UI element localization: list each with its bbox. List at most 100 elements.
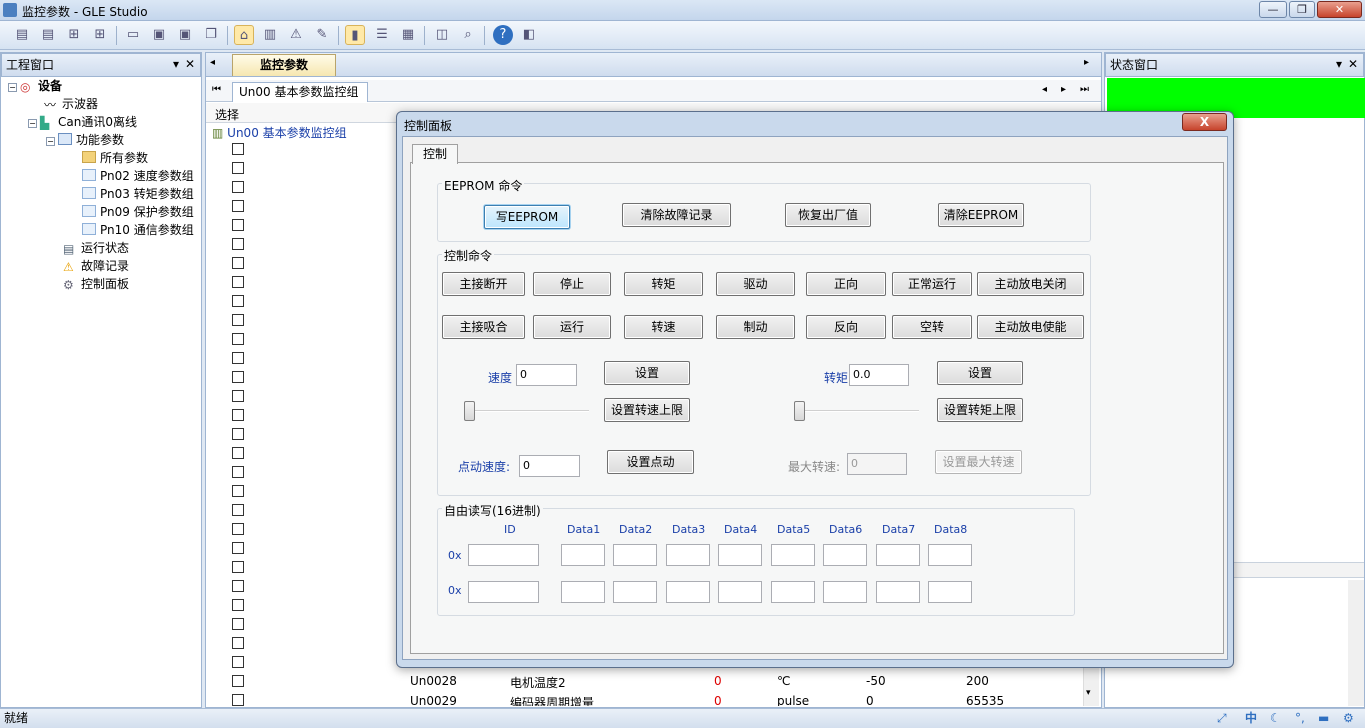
set-speed-limit-button[interactable]: 设置转速上限	[604, 398, 690, 422]
clear-fault-log-button[interactable]: 清除故障记录	[622, 203, 731, 227]
row-checkbox[interactable]	[232, 181, 244, 193]
new-file-icon[interactable]: ▤	[12, 25, 32, 45]
set-torque-limit-button[interactable]: 设置转矩上限	[937, 398, 1023, 422]
clear-eeprom-button[interactable]: 清除EEPROM	[938, 203, 1024, 227]
tab-monitor-params[interactable]: 监控参数	[232, 54, 336, 76]
data8-input-row1[interactable]	[928, 544, 972, 566]
data7-input-row1[interactable]	[876, 544, 920, 566]
main-contactor-on-button[interactable]: 主接吸合	[442, 315, 525, 339]
torque-slider-thumb[interactable]	[794, 401, 805, 421]
forward-button[interactable]: 正向	[806, 272, 886, 296]
copy-icon[interactable]: ❐	[201, 25, 221, 45]
tool-icon[interactable]: ✎	[312, 25, 332, 45]
collapse-icon[interactable]: −	[46, 137, 55, 146]
chevron-down-icon[interactable]: ▾	[173, 53, 179, 75]
tree-item-fault-log[interactable]: ⚠ 故障记录	[63, 257, 129, 275]
set-jog-button[interactable]: 设置点动	[607, 450, 694, 474]
row-checkbox[interactable]	[232, 694, 244, 706]
row-checkbox[interactable]	[232, 219, 244, 231]
data8-input-row2[interactable]	[928, 581, 972, 603]
id-input-row2[interactable]	[468, 581, 539, 603]
factory-reset-button[interactable]: 恢复出厂值	[785, 203, 871, 227]
window-icon[interactable]: ▭	[123, 25, 143, 45]
data6-input-row2[interactable]	[823, 581, 867, 603]
exit-icon[interactable]: ◧	[519, 25, 539, 45]
torque-slider-track[interactable]	[798, 410, 919, 412]
tree-item-function-params[interactable]: − 功能参数	[46, 131, 124, 149]
row-checkbox[interactable]	[232, 333, 244, 345]
data7-input-row2[interactable]	[876, 581, 920, 603]
speed-input[interactable]: 0	[516, 364, 577, 386]
export-icon[interactable]: ▥	[260, 25, 280, 45]
drive-button[interactable]: 驱动	[716, 272, 795, 296]
row-checkbox[interactable]	[232, 314, 244, 326]
data1-input-row1[interactable]	[561, 544, 605, 566]
row-checkbox[interactable]	[232, 599, 244, 611]
speed-slider-thumb[interactable]	[464, 401, 475, 421]
tree-item-all-params[interactable]: 所有参数	[82, 149, 148, 167]
speed-mode-button[interactable]: 转速	[624, 315, 703, 339]
speed-set-button[interactable]: 设置	[604, 361, 690, 385]
row-checkbox[interactable]	[232, 409, 244, 421]
torque-input[interactable]: 0.0	[849, 364, 909, 386]
row-checkbox[interactable]	[232, 295, 244, 307]
status-scrollbar[interactable]	[1348, 580, 1364, 706]
folder-icon[interactable]: ▣	[175, 25, 195, 45]
data5-input-row1[interactable]	[771, 544, 815, 566]
row-checkbox[interactable]	[232, 561, 244, 573]
search-icon[interactable]: ⌕	[458, 25, 478, 45]
row-checkbox[interactable]	[232, 257, 244, 269]
tree-item-run-status[interactable]: ▤ 运行状态	[63, 239, 129, 257]
write-eeprom-button[interactable]: 写EEPROM	[484, 205, 570, 229]
row-checkbox[interactable]	[232, 352, 244, 364]
torque-mode-button[interactable]: 转矩	[624, 272, 703, 296]
tree-item-pn02[interactable]: Pn02 速度参数组	[82, 167, 194, 185]
id-input-row1[interactable]	[468, 544, 539, 566]
tree-item-pn09[interactable]: Pn09 保护参数组	[82, 203, 194, 221]
row-checkbox[interactable]	[232, 143, 244, 155]
last-page-icon[interactable]: ⏭	[1080, 84, 1089, 95]
row-checkbox[interactable]	[232, 637, 244, 649]
moon-icon[interactable]: ☾	[1270, 709, 1281, 727]
data1-input-row2[interactable]	[561, 581, 605, 603]
scroll-down-icon[interactable]: ▾	[1086, 688, 1091, 698]
data3-input-row2[interactable]	[666, 581, 710, 603]
idle-button[interactable]: 空转	[892, 315, 972, 339]
punctuation-icon[interactable]: °,	[1295, 709, 1305, 727]
network-config-icon[interactable]: ⊞	[90, 25, 110, 45]
row-checkbox[interactable]	[232, 504, 244, 516]
tab-control[interactable]: 控制	[412, 144, 458, 164]
tree-item-device[interactable]: − ◎ 设备	[8, 77, 62, 95]
close-button[interactable]: ✕	[1317, 1, 1362, 18]
row-checkbox[interactable]	[232, 675, 244, 687]
network-icon[interactable]: ⊞	[64, 25, 84, 45]
help-icon[interactable]: ?	[493, 25, 513, 45]
row-checkbox[interactable]	[232, 618, 244, 630]
row-checkbox[interactable]	[232, 523, 244, 535]
ime-indicator[interactable]: 中	[1245, 709, 1257, 727]
list-icon[interactable]: ☰	[372, 25, 392, 45]
main-contactor-off-button[interactable]: 主接断开	[442, 272, 525, 296]
tree-item-pn10[interactable]: Pn10 通信参数组	[82, 221, 194, 239]
max-speed-input[interactable]: 0	[847, 453, 907, 475]
chart-icon[interactable]: ▮	[345, 25, 365, 45]
tree-item-pn03[interactable]: Pn03 转矩参数组	[82, 185, 194, 203]
keyboard-icon[interactable]: ▬	[1318, 709, 1329, 727]
table-row[interactable]: Un0029 编码器周期增量 0 pulse 0 65535	[410, 694, 1090, 706]
active-discharge-off-button[interactable]: 主动放电关闭	[977, 272, 1084, 296]
jog-speed-input[interactable]: 0	[519, 455, 580, 477]
row-checkbox[interactable]	[232, 542, 244, 554]
close-icon[interactable]: ✕	[185, 53, 195, 75]
tab-scroll-left-icon[interactable]: ◂	[210, 57, 215, 68]
split-view-icon[interactable]: ◫	[432, 25, 452, 45]
run-button[interactable]: 运行	[533, 315, 611, 339]
resize-icon[interactable]: ⤢	[1217, 709, 1227, 727]
minimize-button[interactable]: —	[1259, 1, 1287, 18]
table-icon[interactable]: ▦	[398, 25, 418, 45]
next-icon[interactable]: ▸	[1061, 84, 1066, 95]
reverse-button[interactable]: 反向	[806, 315, 886, 339]
row-checkbox[interactable]	[232, 200, 244, 212]
data2-input-row2[interactable]	[613, 581, 657, 603]
chevron-down-icon[interactable]: ▾	[1336, 53, 1342, 75]
data2-input-row1[interactable]	[613, 544, 657, 566]
